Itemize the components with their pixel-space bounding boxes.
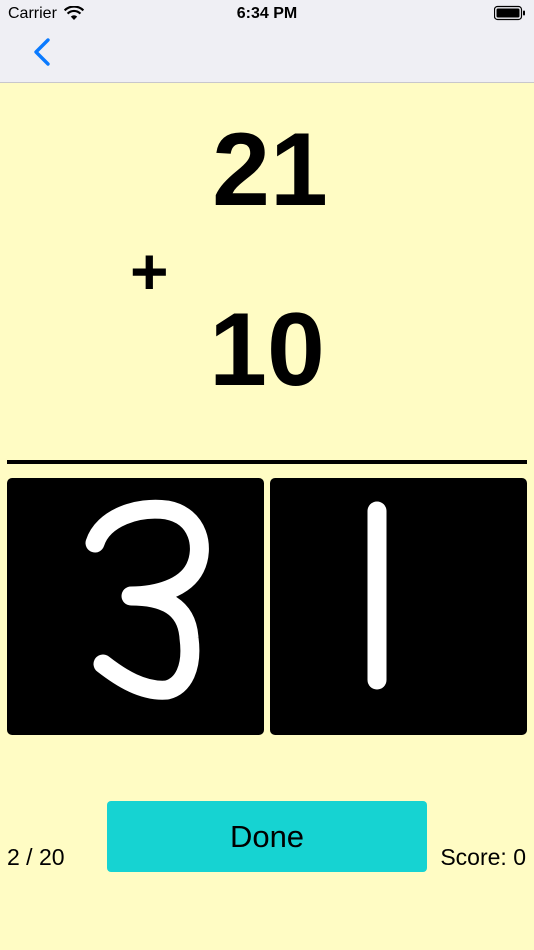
battery-icon [493,5,526,27]
status-time: 6:34 PM [236,5,298,22]
chevron-left-icon [33,37,51,72]
back-button[interactable] [24,36,60,72]
bottom-operand: 10 [209,292,325,408]
handwritten-digit-1 [367,501,387,690]
score-label: Score: 0 [440,844,526,870]
top-operand: 21 [212,112,328,228]
operator-plus: + [130,234,169,308]
done-button[interactable]: Done [107,801,427,872]
digit-drawing-pad-ones[interactable] [270,478,527,735]
answer-divider [7,460,527,464]
handwritten-digit-3 [85,499,209,700]
status-bar: Carrier 6:34 PM [0,0,534,30]
question-progress: 2 / 20 [7,844,65,870]
digit-drawing-pad-tens[interactable] [7,478,264,735]
navigation-bar [0,30,534,83]
